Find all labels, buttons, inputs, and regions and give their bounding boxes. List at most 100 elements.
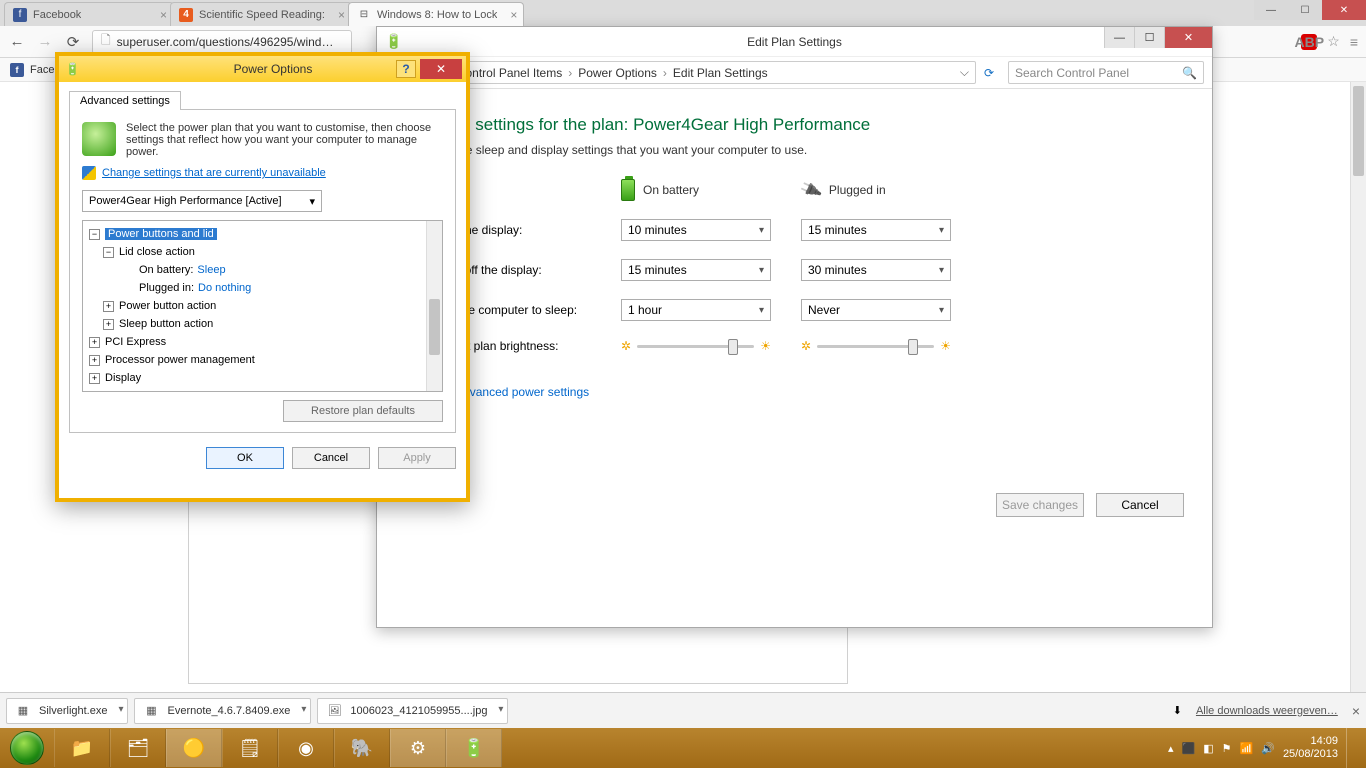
download-item[interactable]: 🖼1006023_4121059955....jpg▾ [317,698,508,724]
bookmark-fb-icon[interactable]: f [10,63,24,77]
forward-button[interactable]: → [36,33,54,50]
tree-leaf-value[interactable]: Sleep [197,264,225,276]
apply-button[interactable]: Apply [378,447,456,469]
dim-plugged-select[interactable]: 15 minutes▾ [801,219,951,241]
download-item[interactable]: ▦Silverlight.exe▾ [6,698,128,724]
breadcrumb-1[interactable]: Power Options [578,66,657,80]
tree-node-selected[interactable]: Power buttons and lid [105,228,217,240]
tree-node[interactable]: Multimedia settings [105,390,199,392]
po-cancel-button[interactable]: Cancel [292,447,370,469]
address-bar[interactable]: 🗋 superuser.com/questions/496295/wind… [92,30,352,54]
expand-icon[interactable]: + [89,391,100,393]
tree-node[interactable]: Display [105,372,141,384]
collapse-icon[interactable]: − [103,247,114,258]
settings-tree[interactable]: −Power buttons and lid −Lid close action… [82,220,443,392]
close-tab-icon[interactable]: × [160,8,167,22]
chrome-min-button[interactable]: — [1254,0,1288,20]
task-poweroptions[interactable]: 🔋 [446,729,502,767]
restore-defaults-button[interactable]: Restore plan defaults [283,400,443,422]
tray-time: 14:09 [1283,735,1338,748]
task-chrome[interactable]: 🟡 [166,729,222,767]
scrollbar-thumb[interactable] [429,299,440,355]
task-app[interactable]: 🗂 [110,729,166,767]
chevron-down-icon[interactable]: ▾ [118,704,123,715]
tab-speedreading[interactable]: 4 Scientific Speed Reading: × [170,2,352,26]
tree-node[interactable]: Power button action [119,300,216,312]
show-all-downloads-link[interactable]: Alle downloads weergeven… [1196,705,1338,717]
close-tab-icon[interactable]: × [338,8,345,22]
expand-icon[interactable]: + [103,319,114,330]
refresh-icon[interactable]: ⟳ [984,66,994,80]
task-evernote[interactable]: 🐘 [334,729,390,767]
tree-node[interactable]: Lid close action [119,246,195,258]
cp-close-button[interactable]: ✕ [1164,27,1212,48]
collapse-icon[interactable]: − [89,229,100,240]
page-scrollbar[interactable] [1350,82,1366,692]
off-plugged-select[interactable]: 30 minutes▾ [801,259,951,281]
help-button[interactable]: ? [396,60,416,78]
uac-shield-icon [82,166,96,180]
expand-icon[interactable]: + [89,373,100,384]
ok-button[interactable]: OK [206,447,284,469]
save-button[interactable]: Save changes [996,493,1084,517]
po-titlebar[interactable]: 🔋 Power Options ? ✕ [59,56,466,82]
close-downloads-bar[interactable]: × [1352,703,1360,719]
sleep-plugged-select[interactable]: Never▾ [801,299,951,321]
close-tab-icon[interactable]: × [510,8,517,22]
breadcrumb-dropdown-icon[interactable]: ⌵ [960,65,969,80]
tray-icon[interactable]: ⬛ [1182,742,1196,755]
task-sticky[interactable]: 🗒 [222,729,278,767]
tray-icon[interactable]: ◧ [1203,742,1213,755]
tray-volume-icon[interactable]: 🔊 [1261,742,1275,755]
cp-max-button[interactable]: ☐ [1134,27,1164,48]
dim-battery-select[interactable]: 10 minutes▾ [621,219,771,241]
brightness-battery-slider[interactable]: ✲ ☀ [621,339,771,353]
search-input[interactable]: Search Control Panel 🔍 [1008,61,1204,84]
site-info-icon[interactable]: 🗋 [101,31,111,52]
task-controlpanel[interactable]: ⚙ [390,729,446,767]
cp-titlebar[interactable]: 🔋 Edit Plan Settings — ☐ ✕ [377,27,1212,57]
start-button[interactable] [0,728,54,768]
power-plan-select[interactable]: Power4Gear High Performance [Active] ▾ [82,190,322,212]
abp-icon[interactable]: ABP [1301,34,1317,50]
off-battery-select[interactable]: 15 minutes▾ [621,259,771,281]
chrome-close-button[interactable]: ✕ [1322,0,1366,20]
bookmark-star-icon[interactable]: ☆ [1327,33,1340,50]
tree-node[interactable]: PCI Express [105,336,166,348]
tree-node[interactable]: Sleep button action [119,318,213,330]
tray-up-icon[interactable]: ▴ [1168,742,1174,755]
show-desktop-button[interactable] [1346,728,1356,768]
chevron-down-icon[interactable]: ▾ [498,704,503,715]
tab-advanced[interactable]: Advanced settings [69,91,181,110]
tray-clock[interactable]: 14:09 25/08/2013 [1283,735,1338,761]
expand-icon[interactable]: + [103,301,114,312]
chrome-menu-icon[interactable]: ≡ [1350,34,1358,50]
system-tray[interactable]: ▴ ⬛ ◧ ⚑ 📶 🔊 14:09 25/08/2013 [1158,728,1366,768]
scrollbar-thumb[interactable] [1353,86,1364,176]
chevron-down-icon[interactable]: ▾ [301,704,306,715]
tab-superuser[interactable]: ⊟ Windows 8: How to Lock × [348,2,524,26]
cp-min-button[interactable]: — [1104,27,1134,48]
tree-leaf-value[interactable]: Do nothing [198,282,251,294]
breadcrumb-bar[interactable]: 🔋 « All Control Panel Items› Power Optio… [400,61,976,84]
expand-icon[interactable]: + [89,355,100,366]
task-media[interactable]: ◉ [278,729,334,767]
breadcrumb-2[interactable]: Edit Plan Settings [673,66,768,80]
expand-icon[interactable]: + [89,337,100,348]
tray-flag-icon[interactable]: ⚑ [1222,742,1232,755]
tree-node[interactable]: Processor power management [105,354,255,366]
tree-scrollbar[interactable] [426,221,442,391]
brightness-plugged-slider[interactable]: ✲ ☀ [801,339,951,353]
tray-network-icon[interactable]: 📶 [1240,742,1254,755]
reload-button[interactable]: ⟳ [64,33,82,51]
cancel-button[interactable]: Cancel [1096,493,1184,517]
tab-facebook[interactable]: f Facebook × [4,2,174,26]
chrome-max-button[interactable]: ☐ [1288,0,1322,20]
back-button[interactable]: ← [8,33,26,50]
download-item[interactable]: ▦Evernote_4.6.7.8409.exe▾ [134,698,311,724]
po-close-button[interactable]: ✕ [420,59,462,79]
task-explorer[interactable]: 📁 [54,729,110,767]
power-icon: 🔋 [385,33,402,50]
change-unavailable-link[interactable]: Change settings that are currently unava… [102,167,326,179]
sleep-battery-select[interactable]: 1 hour▾ [621,299,771,321]
